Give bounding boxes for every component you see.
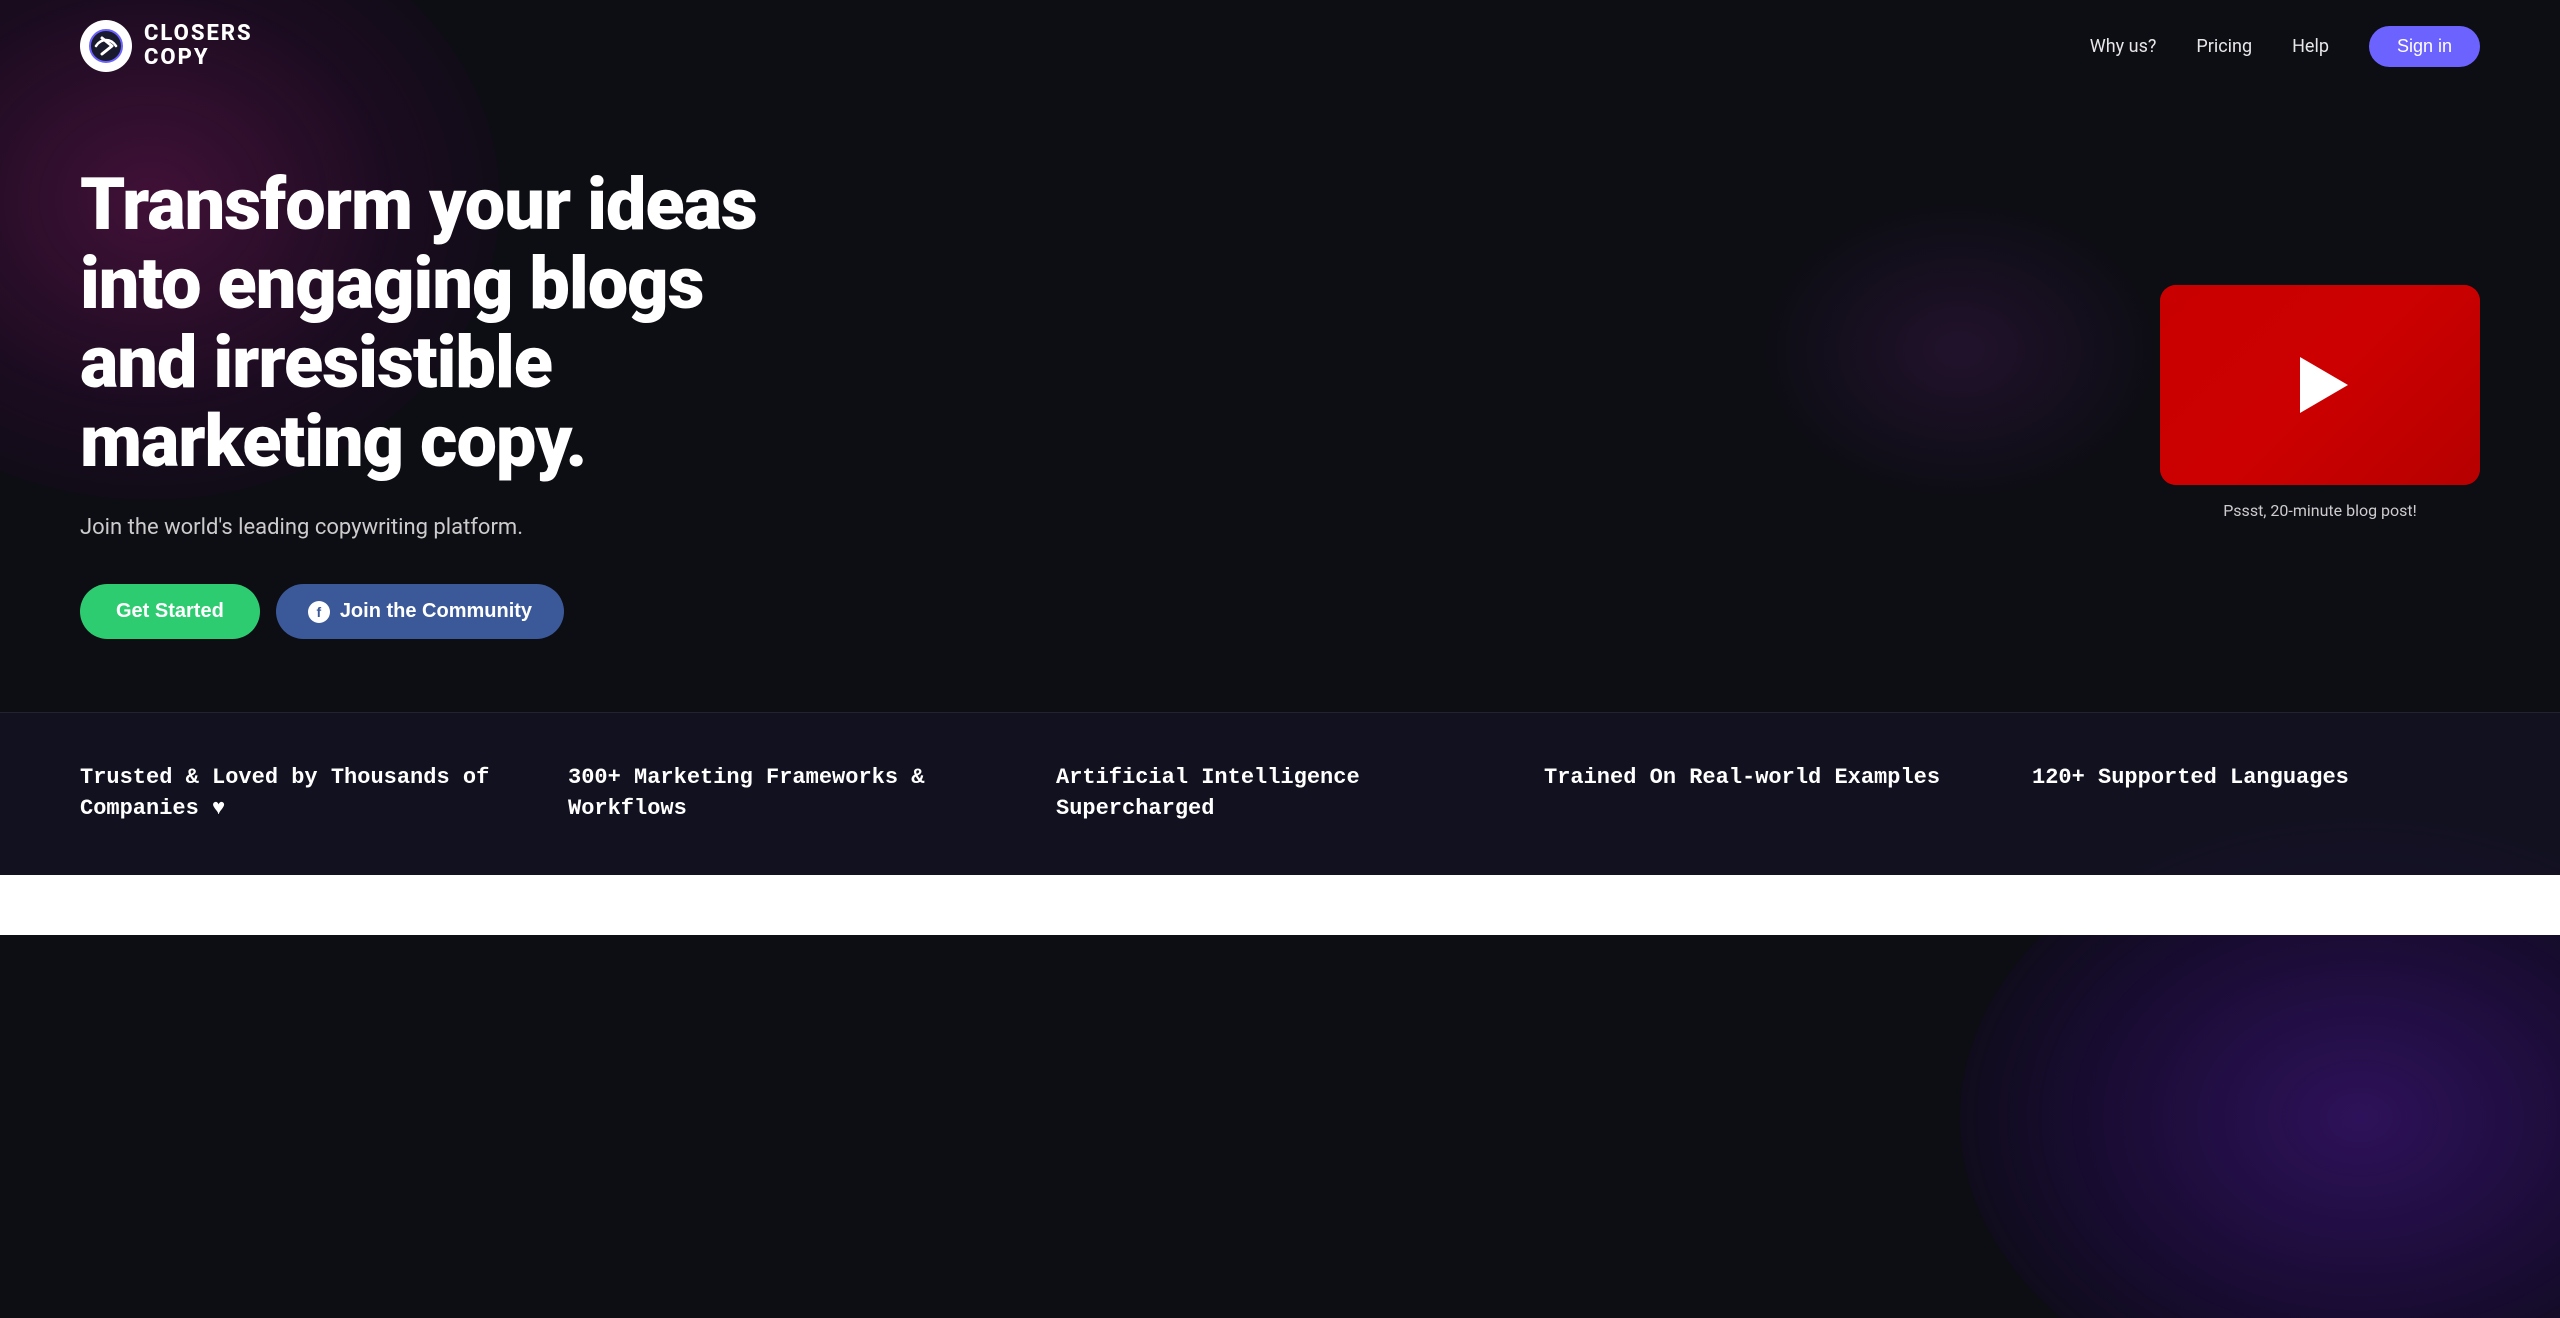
hero-video: Pssst, 20-minute blog post! (2160, 285, 2480, 520)
hero-buttons: Get Started f Join the Community (80, 584, 780, 639)
nav-links: Why us? Pricing Help Sign in (2090, 26, 2480, 67)
nav-help[interactable]: Help (2292, 36, 2329, 57)
logo-text: CLOSERS COPY (144, 22, 253, 70)
feature-examples: Trained On Real-world Examples (1544, 763, 1992, 794)
play-icon (2300, 357, 2348, 413)
facebook-icon: f (308, 601, 330, 623)
get-started-button[interactable]: Get Started (80, 584, 260, 639)
feature-languages: 120+ Supported Languages (2032, 763, 2480, 794)
hero-subtitle: Join the world's leading copywriting pla… (80, 511, 780, 544)
logo[interactable]: CLOSERS COPY (80, 20, 253, 72)
hero-content: Transform your ideas into engaging blogs… (80, 165, 780, 640)
navigation: CLOSERS COPY Why us? Pricing Help Sign i… (0, 0, 2560, 92)
hero-title: Transform your ideas into engaging blogs… (80, 165, 780, 482)
nav-pricing[interactable]: Pricing (2196, 36, 2252, 57)
features-strip: Trusted & Loved by Thousands of Companie… (0, 712, 2560, 875)
logo-icon (80, 20, 132, 72)
bottom-curve (0, 875, 2560, 935)
sign-in-button[interactable]: Sign in (2369, 26, 2480, 67)
video-thumbnail[interactable] (2160, 285, 2480, 485)
feature-ai: Artificial Intelligence Supercharged (1056, 763, 1504, 825)
video-caption: Pssst, 20-minute blog post! (2223, 501, 2417, 520)
nav-why-us[interactable]: Why us? (2090, 36, 2157, 57)
hero-section: Transform your ideas into engaging blogs… (0, 92, 2560, 692)
feature-frameworks: 300+ Marketing Frameworks & Workflows (568, 763, 1016, 825)
feature-trusted: Trusted & Loved by Thousands of Companie… (80, 763, 528, 825)
join-community-button[interactable]: f Join the Community (276, 584, 564, 639)
